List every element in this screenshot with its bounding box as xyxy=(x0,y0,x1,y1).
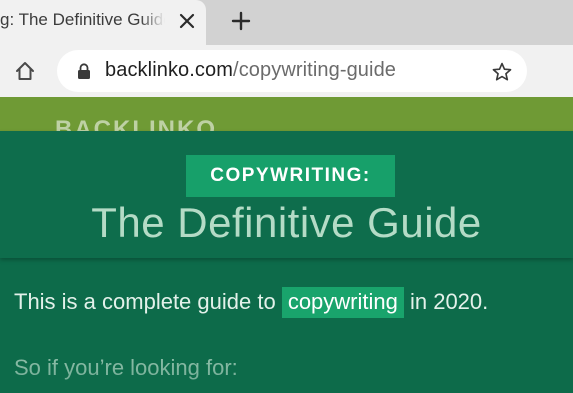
site-logo[interactable]: BACKLINKO xyxy=(55,116,217,131)
page-title: The Definitive Guide xyxy=(91,199,482,246)
highlighted-keyword: copywriting xyxy=(281,287,404,318)
tab-strip: g: The Definitive Guide xyxy=(0,0,573,45)
followup-paragraph: So if you’re looking for: xyxy=(14,355,238,380)
url-text[interactable]: backlinko.com/copywriting-guide xyxy=(105,59,396,82)
close-icon[interactable] xyxy=(174,7,200,35)
url-domain: backlinko.com xyxy=(105,59,234,81)
star-icon[interactable] xyxy=(487,57,517,87)
lock-icon xyxy=(77,63,91,85)
tab-title: g: The Definitive Guide xyxy=(0,10,165,29)
plus-icon[interactable] xyxy=(226,6,256,36)
intro-paragraph: This is a complete guide to copywriting … xyxy=(14,287,489,318)
home-icon[interactable] xyxy=(10,56,40,86)
category-badge: COPYWRITING: xyxy=(186,155,395,197)
url-path: /copywriting-guide xyxy=(233,59,397,81)
address-bar[interactable]: backlinko.com/copywriting-guide xyxy=(57,50,527,92)
badge-label: COPYWRITING: xyxy=(210,165,371,186)
hero-banner: COPYWRITING: The Definitive Guide xyxy=(0,131,573,258)
intro-text-after: in 2020. xyxy=(403,289,489,314)
site-header: BACKLINKO xyxy=(0,97,573,131)
intro-text-before: This is a complete guide to xyxy=(14,289,282,314)
browser-toolbar: backlinko.com/copywriting-guide xyxy=(0,45,573,97)
active-tab[interactable]: g: The Definitive Guide xyxy=(0,0,206,45)
